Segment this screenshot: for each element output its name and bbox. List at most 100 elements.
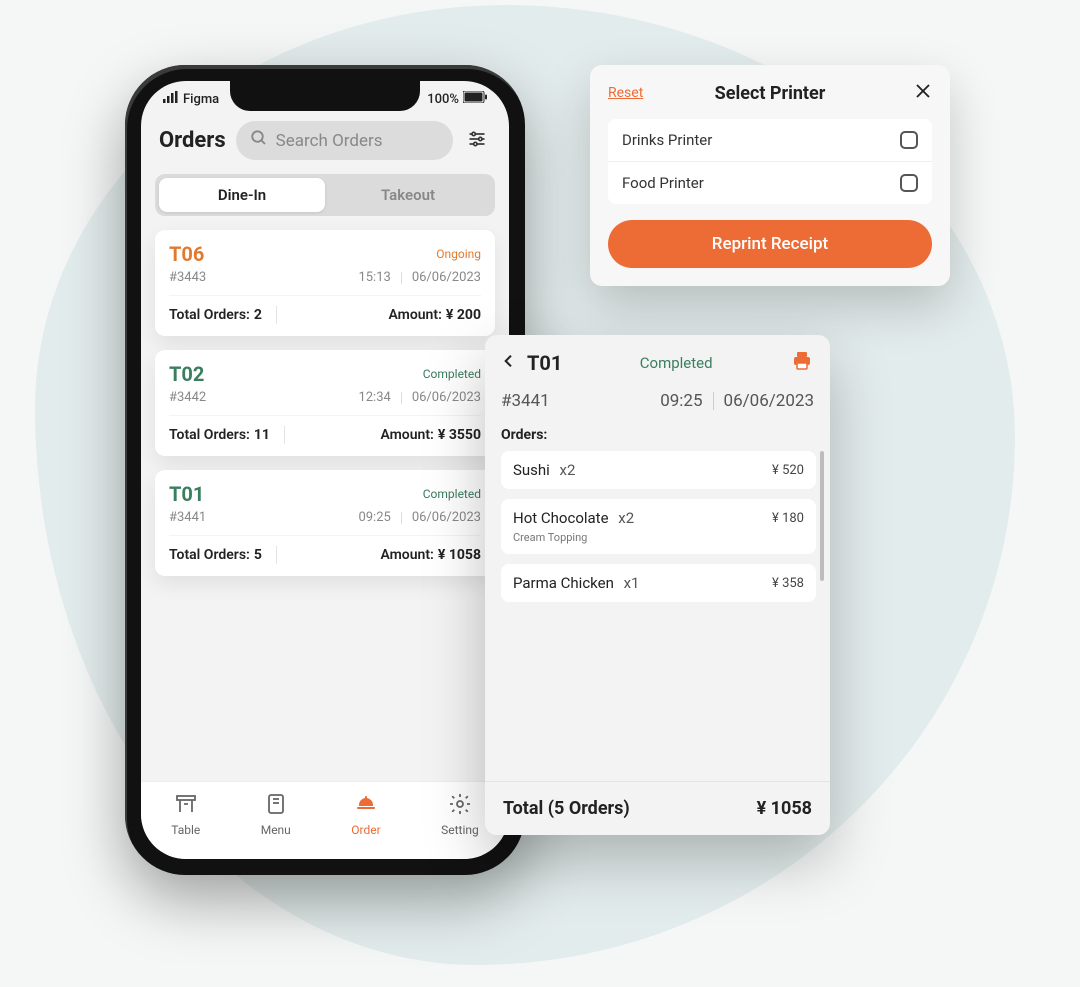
divider	[284, 426, 285, 444]
total-orders-label: Total Orders:	[169, 307, 250, 323]
search-input[interactable]: Search Orders	[236, 121, 453, 160]
battery-icon	[463, 91, 487, 107]
reprint-button[interactable]: Reprint Receipt	[608, 220, 932, 268]
search-icon	[250, 129, 268, 152]
item-name: Hot Chocolate x2	[513, 509, 634, 527]
gear-icon	[448, 792, 472, 819]
tab-label: Table	[171, 823, 200, 837]
detail-total-row: Total (5 Orders) ¥ 1058	[485, 781, 830, 835]
phone-frame: Figma 100% Orders Search Orders Di	[125, 65, 525, 875]
order-date: 06/06/2023	[412, 390, 481, 405]
close-icon[interactable]	[914, 81, 932, 105]
battery-label: 100%	[427, 92, 459, 107]
order-card[interactable]: T06 Ongoing #3443 15:13 06/06/2023 Total…	[155, 230, 495, 336]
printer-option[interactable]: Food Printer	[608, 161, 932, 204]
printer-name: Food Printer	[622, 174, 704, 192]
detail-subheader: #3441 09:25 06/06/2023	[485, 391, 830, 421]
item-name: Parma Chicken x1	[513, 574, 639, 592]
items-list: Sushi x2 ¥ 520 Hot Chocolate x2 ¥ 180 Cr…	[485, 451, 830, 612]
order-date: 06/06/2023	[412, 270, 481, 285]
order-status: Completed	[423, 487, 481, 501]
order-card[interactable]: T02 Completed #3442 12:34 06/06/2023 Tot…	[155, 350, 495, 456]
total-orders-value: 2	[254, 307, 262, 323]
reset-link[interactable]: Reset	[608, 85, 643, 101]
signal-icon	[163, 91, 179, 107]
tab-label: Order	[351, 823, 380, 837]
amount-label: Amount:	[380, 547, 433, 563]
order-status: Ongoing	[436, 247, 481, 261]
detail-status: Completed	[640, 354, 713, 372]
item-qty: x2	[556, 461, 576, 479]
amount-value: ¥ 200	[446, 307, 481, 323]
item-name: Sushi x2	[513, 461, 575, 479]
printer-header: Reset Select Printer	[608, 81, 932, 105]
amount-value: ¥ 3550	[438, 427, 481, 443]
status-right: 100%	[427, 91, 487, 107]
order-time: 15:13	[358, 270, 390, 285]
tab-takeout[interactable]: Takeout	[325, 178, 491, 212]
carrier-label: Figma	[183, 92, 219, 107]
order-item: Sushi x2 ¥ 520	[501, 451, 816, 489]
order-time: 09:25	[358, 510, 390, 525]
order-card[interactable]: T01 Completed #3441 09:25 06/06/2023 Tot…	[155, 470, 495, 576]
printer-title: Select Printer	[715, 83, 826, 104]
phone-screen: Figma 100% Orders Search Orders Di	[141, 81, 509, 859]
tab-label: Menu	[261, 823, 291, 837]
printer-panel: Reset Select Printer Drinks Printer Food…	[590, 65, 950, 286]
menu-icon	[264, 792, 288, 819]
filter-button[interactable]	[463, 125, 491, 157]
divider	[276, 546, 277, 564]
search-placeholder: Search Orders	[276, 131, 383, 151]
page-title: Orders	[159, 128, 226, 153]
detail-time: 09:25	[660, 391, 702, 411]
divider	[276, 306, 277, 324]
divider	[401, 512, 402, 524]
segmented-control: Dine-In Takeout	[155, 174, 495, 216]
tab-dine-in[interactable]: Dine-In	[159, 178, 325, 212]
checkbox[interactable]	[900, 131, 918, 149]
total-orders-value: 5	[254, 547, 262, 563]
orders-header: Orders Search Orders	[141, 111, 509, 174]
checkbox[interactable]	[900, 174, 918, 192]
print-icon[interactable]	[790, 349, 814, 377]
tab-order[interactable]: Order	[351, 792, 380, 837]
order-id: #3441	[169, 510, 206, 525]
printer-list: Drinks Printer Food Printer	[608, 119, 932, 204]
order-table: T02	[169, 362, 204, 386]
scrollbar[interactable]	[820, 451, 824, 581]
order-date: 06/06/2023	[412, 510, 481, 525]
item-price: ¥ 520	[772, 463, 804, 478]
detail-header: T01 Completed	[485, 335, 830, 391]
tab-menu[interactable]: Menu	[261, 792, 291, 837]
item-modifier: Cream Topping	[513, 531, 804, 544]
amount-label: Amount:	[388, 307, 441, 323]
item-price: ¥ 358	[772, 576, 804, 591]
detail-date: 06/06/2023	[724, 391, 814, 411]
tab-setting[interactable]: Setting	[441, 792, 479, 837]
divider	[401, 392, 402, 404]
detail-table: T01	[527, 351, 562, 375]
back-icon[interactable]	[501, 351, 517, 376]
item-price: ¥ 180	[772, 511, 804, 526]
status-left: Figma	[163, 91, 219, 107]
orders-list: T06 Ongoing #3443 15:13 06/06/2023 Total…	[141, 230, 509, 576]
total-value: ¥ 1058	[757, 798, 812, 819]
total-orders-label: Total Orders:	[169, 547, 250, 563]
divider	[713, 392, 714, 410]
order-item: Parma Chicken x1 ¥ 358	[501, 564, 816, 602]
total-label: Total (5 Orders)	[503, 798, 630, 819]
phone-notch	[230, 81, 420, 111]
table-icon	[174, 792, 198, 819]
order-table: T01	[169, 482, 204, 506]
total-orders-value: 11	[254, 427, 270, 443]
amount-value: ¥ 1058	[438, 547, 481, 563]
item-qty: x2	[615, 509, 635, 527]
order-id: #3443	[169, 270, 206, 285]
bottom-tabbar: Table Menu Order Setting	[141, 781, 509, 859]
total-orders-label: Total Orders:	[169, 427, 250, 443]
tab-table[interactable]: Table	[171, 792, 200, 837]
orders-label: Orders:	[485, 421, 830, 451]
printer-option[interactable]: Drinks Printer	[608, 119, 932, 161]
order-time: 12:34	[358, 390, 390, 405]
order-status: Completed	[423, 367, 481, 381]
